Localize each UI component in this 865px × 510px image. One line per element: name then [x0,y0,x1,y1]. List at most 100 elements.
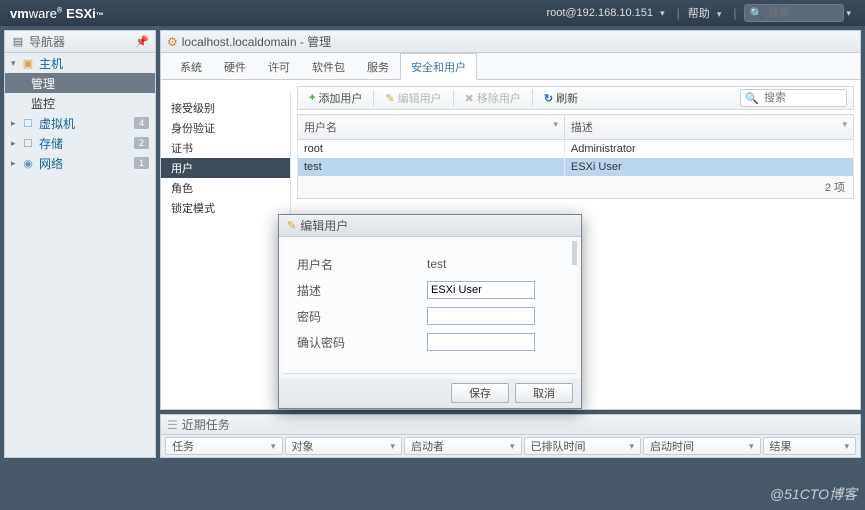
network-icon: ◉ [21,157,35,169]
scrollbar-thumb[interactable] [572,241,577,265]
filter-initiator[interactable]: 启动者▾ [404,437,522,455]
vm-icon: ☐ [21,117,35,129]
subnav-users[interactable]: 用户 [161,158,290,178]
tab-packages[interactable]: 软件包 [301,53,356,79]
sub-nav: 接受级别 身份验证 证书 用户 角色 锁定模式 [161,92,291,397]
tab-security-users[interactable]: 安全和用户 [400,53,477,80]
filter-target[interactable]: 对象▾ [285,437,403,455]
tab-system[interactable]: 系统 [169,53,213,79]
description-label: 描述 [297,282,427,299]
password-input[interactable] [427,307,535,325]
filter-task[interactable]: 任务▾ [165,437,283,455]
table-row[interactable]: root Administrator [298,140,854,159]
subnav-cert[interactable]: 证书 [161,138,290,158]
brand-logo: vmware®ESXi™ [10,6,104,21]
breadcrumb: ⚙ localhost.localdomain - 管理 [161,31,860,53]
edit-user-button[interactable]: ✎编辑用户 [380,88,446,108]
dialog-title-bar[interactable]: ✎ 编辑用户 [279,215,581,237]
chevron-down-icon: ▾ [553,119,558,130]
cell-username: test [298,158,565,176]
confirm-password-input[interactable] [427,333,535,351]
global-search[interactable]: 🔍 [744,4,844,22]
edit-user-dialog: ✎ 编辑用户 用户名 test 描述 密码 确认密码 保存 取消 [278,214,582,409]
nav-network[interactable]: ▸ ◉ 网络 1 [5,153,155,173]
navigator-title: 导航器 [29,33,65,50]
tab-bar: 系统 硬件 许可 软件包 服务 安全和用户 [161,53,860,80]
search-icon: 🔍 [749,7,763,20]
col-username[interactable]: 用户名▾ [298,115,565,140]
cell-description: Administrator [564,140,853,159]
users-search[interactable]: 🔍 [740,89,847,107]
nav-host[interactable]: ▾ ▣ 主机 [5,53,155,73]
tab-license[interactable]: 许可 [257,53,301,79]
vm-count-badge: 4 [134,117,149,129]
users-table: 用户名▾ 描述▾ root Administrator test ESXi Us… [297,114,854,176]
expand-icon[interactable]: ▸ [11,158,21,169]
dialog-title: 编辑用户 [300,217,348,234]
chevron-down-icon: ▾ [502,441,515,452]
expand-icon[interactable]: ▸ [11,138,21,149]
tab-hardware[interactable]: 硬件 [213,53,257,79]
subnav-accept-level[interactable]: 接受级别 [161,98,290,118]
confirm-password-label: 确认密码 [297,334,427,351]
expand-icon[interactable]: ▸ [11,118,21,129]
username-label: 用户名 [297,256,427,273]
edit-icon: ✎ [287,219,296,232]
help-menu[interactable]: 帮助 ▾ [688,5,726,21]
users-search-input[interactable] [762,91,842,105]
chevron-down-icon: ▾ [842,119,847,130]
filter-result[interactable]: 结果▾ [763,437,856,455]
password-label: 密码 [297,308,427,325]
nav-icon: ▤ [11,36,25,48]
nav-monitor[interactable]: 监控 [5,93,155,113]
storage-icon: ☐ [21,137,35,149]
username-value: test [427,257,446,271]
save-button[interactable]: 保存 [451,383,509,403]
remove-user-button[interactable]: ✖移除用户 [460,88,526,108]
add-user-button[interactable]: +添加用户 [304,88,367,108]
description-input[interactable] [427,281,535,299]
storage-count-badge: 2 [134,137,149,149]
host-icon: ▣ [21,57,35,69]
cell-description: ESXi User [564,158,853,176]
col-description[interactable]: 描述▾ [564,115,853,140]
chevron-down-icon: ▾ [263,441,276,452]
subnav-lockdown[interactable]: 锁定模式 [161,198,290,218]
subnav-roles[interactable]: 角色 [161,178,290,198]
navigator-header: ▤ 导航器 📌 [5,31,155,53]
chevron-down-icon: ▾ [382,441,395,452]
nav-storage[interactable]: ▸ ☐ 存储 2 [5,133,155,153]
filter-queued[interactable]: 已排队时间▾ [524,437,642,455]
global-search-input[interactable] [766,6,836,20]
chevron-down-icon: ▾ [741,441,754,452]
pin-icon[interactable]: 📌 [135,35,149,48]
caret-down-icon: ▾ [846,8,851,19]
refresh-icon: ↻ [544,92,553,105]
chevron-down-icon: ▾ [621,441,634,452]
refresh-button[interactable]: ↻刷新 [539,88,583,108]
caret-down-icon: ▾ [717,9,722,19]
cancel-button[interactable]: 取消 [515,383,573,403]
nav-manage[interactable]: 管理 [5,73,155,93]
search-icon: 🔍 [745,92,759,105]
edit-icon: ✎ [385,92,394,105]
nav-vms[interactable]: ▸ ☐ 虚拟机 4 [5,113,155,133]
top-banner: vmware®ESXi™ root@192.168.10.151 ▾ | 帮助 … [0,0,865,26]
subnav-auth[interactable]: 身份验证 [161,118,290,138]
filter-start[interactable]: 启动时间▾ [643,437,761,455]
collapse-icon[interactable]: ▾ [11,58,21,69]
nav-vms-label: 虚拟机 [39,115,75,132]
navigator-panel: ▤ 导航器 📌 ▾ ▣ 主机 管理 监控 ▸ ☐ 虚拟机 4 ▸ ☐ 存储 2 [4,30,156,458]
cell-username: root [298,140,565,159]
watermark: @51CTO博客 [770,484,857,504]
network-count-badge: 1 [134,157,149,169]
add-icon: + [309,92,315,104]
table-row[interactable]: test ESXi User [298,158,854,176]
table-footer: 2 项 [297,176,854,199]
caret-down-icon: ▾ [660,8,665,18]
host-user-menu[interactable]: root@192.168.10.151 ▾ [546,7,668,19]
chevron-down-icon: ▾ [836,441,849,452]
recent-tasks-panel: ☰ 近期任务 任务▾ 对象▾ 启动者▾ 已排队时间▾ 启动时间▾ 结果▾ [160,414,861,458]
tab-services[interactable]: 服务 [356,53,400,79]
remove-icon: ✖ [465,92,474,105]
